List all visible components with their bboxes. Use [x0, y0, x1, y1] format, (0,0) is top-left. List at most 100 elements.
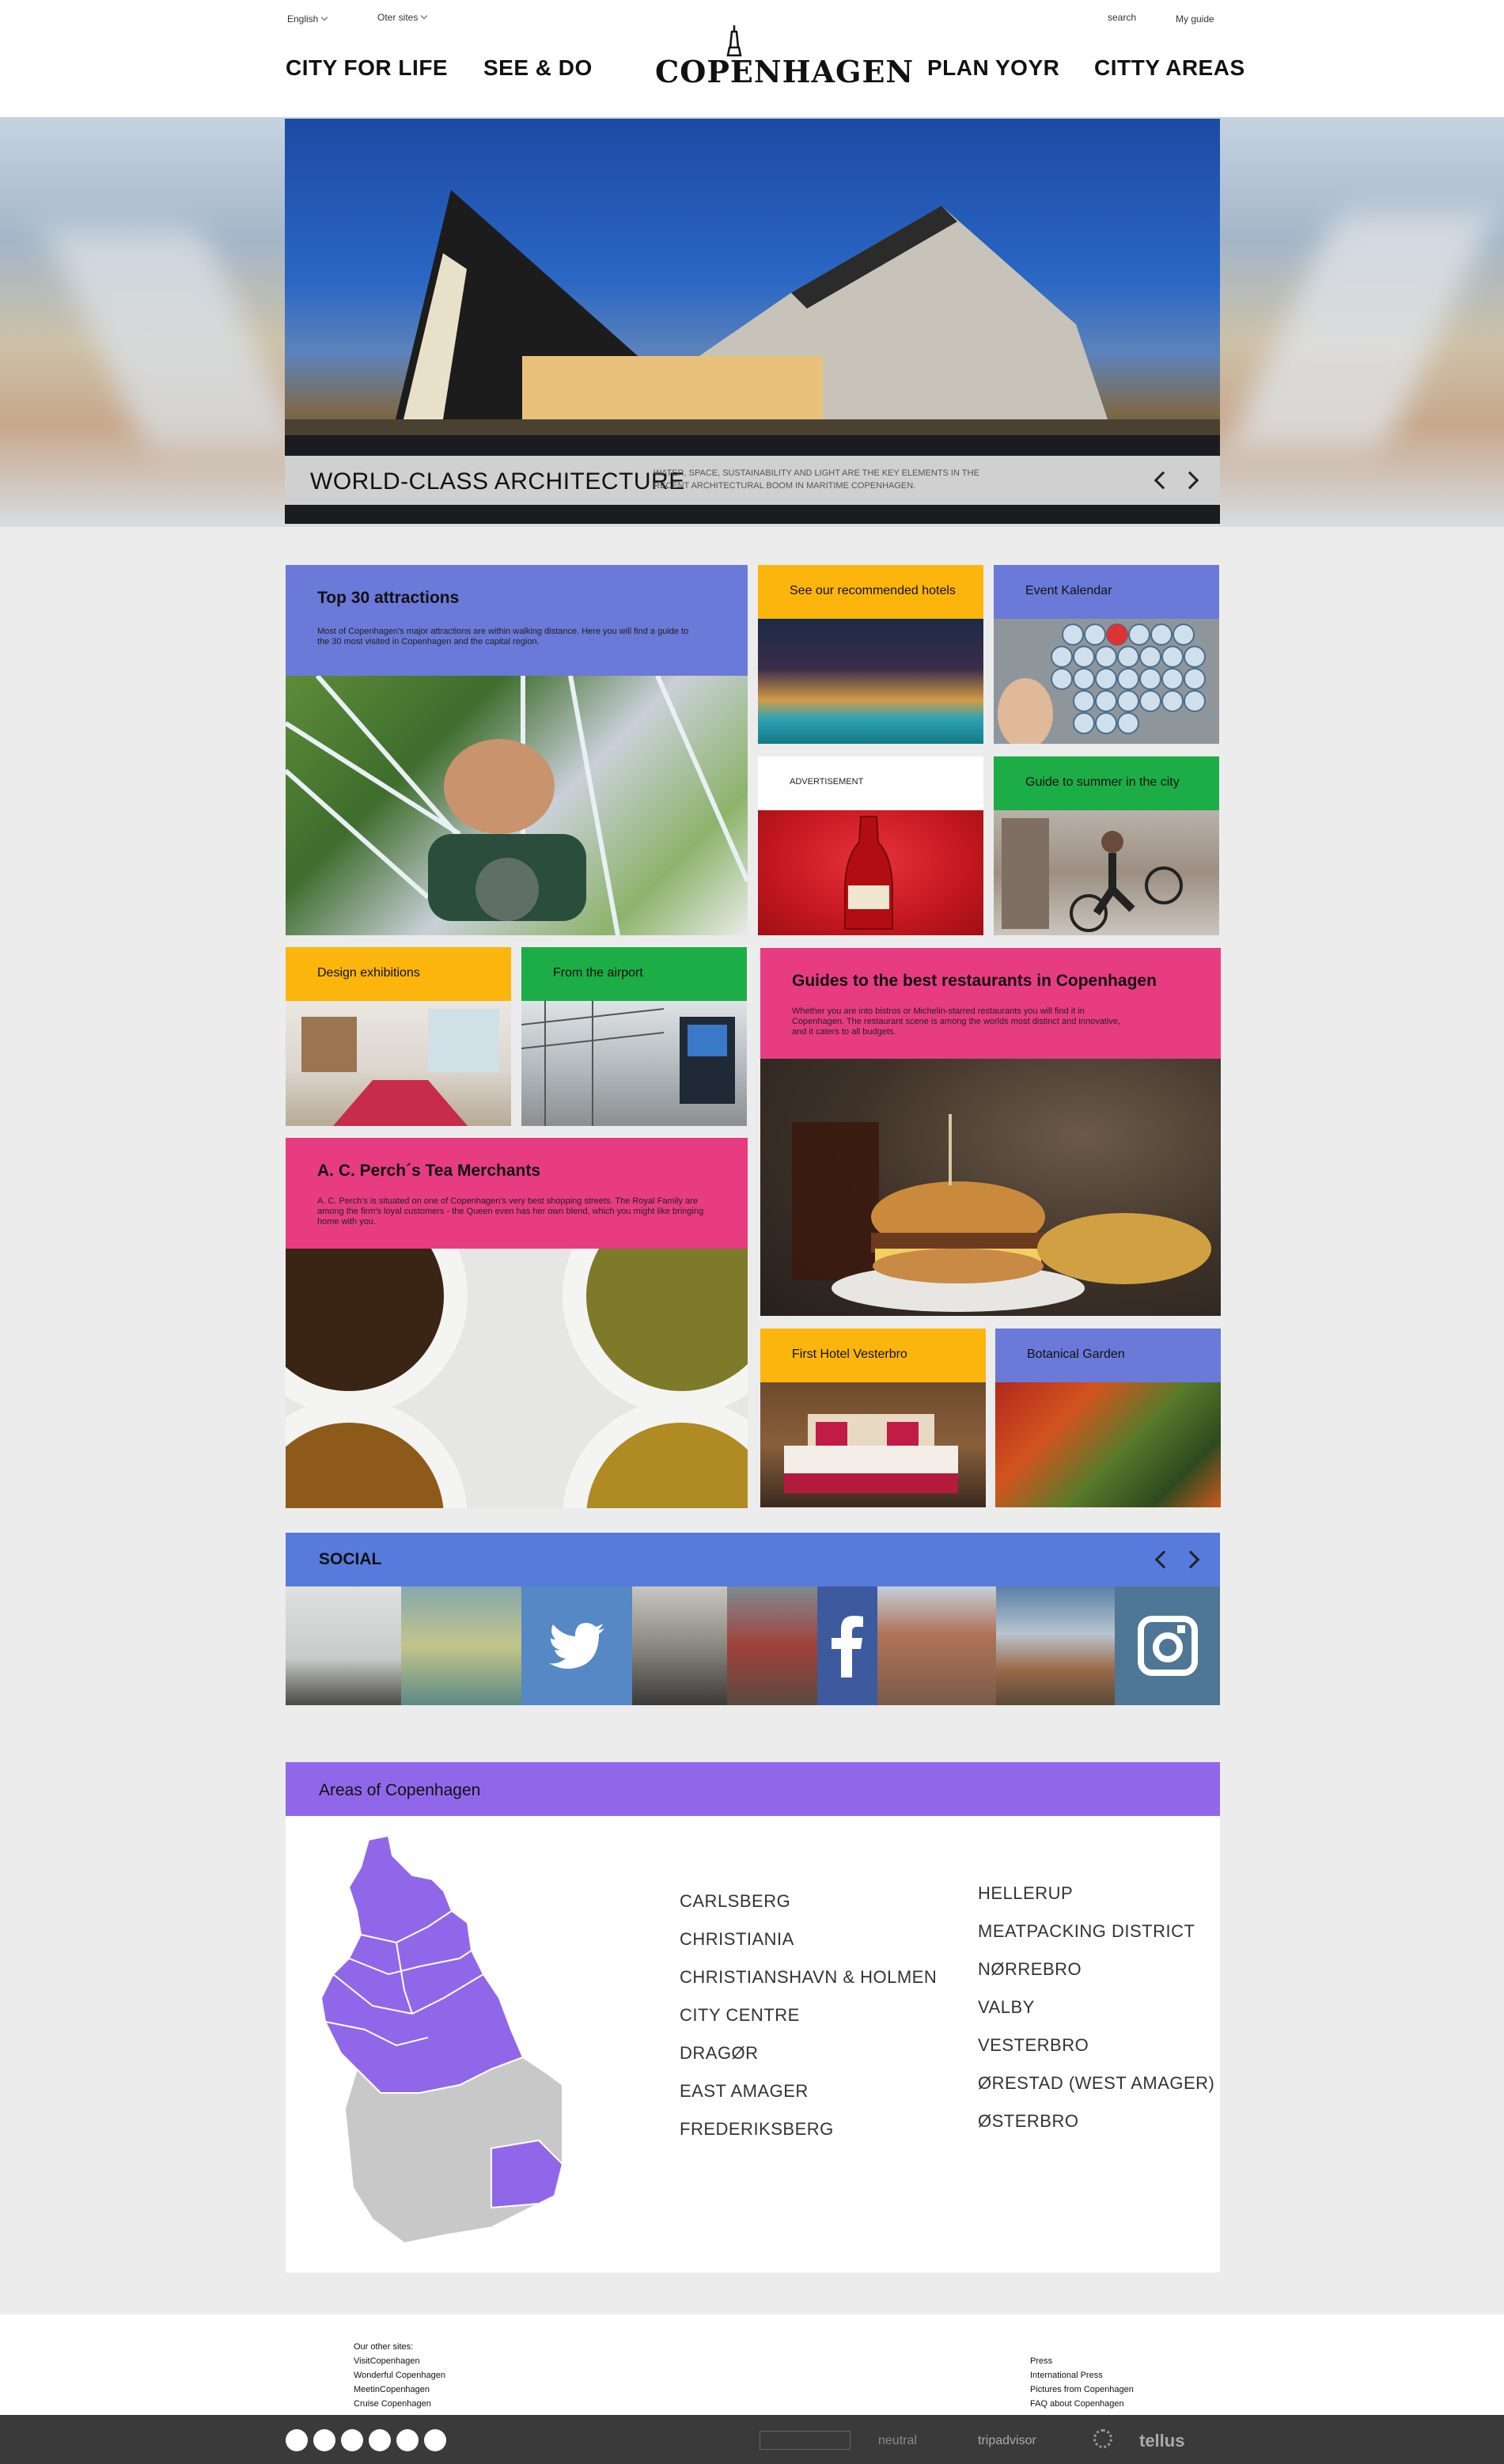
other-sites-select[interactable]: Oter sites [377, 12, 428, 23]
areas-header: Areas of Copenhagen [286, 1762, 1220, 1816]
area-link-meatpacking-district[interactable]: MEATPACKING DISTRICT [978, 1921, 1195, 1942]
search-link[interactable]: search [1108, 12, 1136, 23]
roller-coaster-photo [286, 676, 748, 935]
tripadvisor-logo: tripadvisor [978, 2434, 1036, 2447]
social-strip [286, 1586, 1220, 1705]
hotel-room-photo [760, 1382, 986, 1507]
hero-caption: WORLD-CLASS ARCHITECTURE WATER, SPACE, S… [285, 456, 1220, 505]
facebook-tile[interactable] [817, 1586, 877, 1705]
areas-title: Areas of Copenhagen [319, 1781, 481, 1799]
footer-link[interactable]: FAQ about Copenhagen [1030, 2397, 1124, 2411]
chevron-left-icon[interactable] [1154, 1550, 1173, 1569]
tile-best-restaurants[interactable]: Guides to the best restaurants in Copenh… [760, 948, 1221, 1316]
area-link-carlsberg[interactable]: CARLSBERG [680, 1891, 790, 1912]
nav-city-areas[interactable]: CITTY AREAS [1094, 55, 1245, 81]
tile-title: Guide to summer in the city [1025, 775, 1180, 789]
tile-guide-to-summer[interactable]: Guide to summer in the city [994, 756, 1219, 935]
area-link-vesterbro[interactable]: VESTERBRO [978, 2035, 1089, 2056]
area-link-christianshavn-holmen[interactable]: CHRISTIANSHAVN & HOLMEN [680, 1967, 937, 1988]
tile-advertisement[interactable]: ADVERTISEMENT [758, 756, 983, 935]
area-link-oesterbro[interactable]: ØSTERBRO [978, 2111, 1078, 2132]
chevron-down-icon [421, 12, 428, 20]
social-photo[interactable] [996, 1586, 1115, 1705]
area-link-christiania[interactable]: CHRISTIANIA [680, 1929, 794, 1950]
tile-text: A. C. Perch's is situated on one of Cope… [317, 1196, 704, 1226]
tile-title: Botanical Garden [1027, 1348, 1125, 1361]
eu-logo [760, 2431, 850, 2450]
logo-wordmark: COPENHAGEN [655, 54, 915, 89]
tile-title: First Hotel Vesterbro [792, 1348, 907, 1361]
area-link-city-centre[interactable]: CITY CENTRE [680, 2005, 800, 2026]
nav-city-for-life[interactable]: CITY FOR LIFE [286, 55, 448, 81]
area-link-dragoer[interactable]: DRAGØR [680, 2043, 759, 2064]
social-header: SOCIAL [286, 1533, 1220, 1586]
footer-link[interactable]: VisitCopenhagen [354, 2354, 420, 2368]
area-link-frederiksberg[interactable]: FREDERIKSBERG [680, 2119, 834, 2140]
design-interior-photo [286, 1001, 511, 1126]
hero-title: WORLD-CLASS ARCHITECTURE [310, 468, 685, 495]
area-link-noerrebro[interactable]: NØRREBRO [978, 1959, 1082, 1980]
social-photo[interactable] [727, 1586, 817, 1705]
tea-cups-photo [286, 1249, 748, 1508]
social-photo[interactable] [401, 1586, 521, 1705]
instagram-tile[interactable] [1115, 1586, 1220, 1705]
social-photo[interactable] [286, 1586, 401, 1705]
tile-first-hotel-vesterbro[interactable]: First Hotel Vesterbro [760, 1329, 986, 1507]
tile-title: Design exhibitions [317, 966, 420, 980]
tile-from-the-airport[interactable]: From the airport [521, 947, 747, 1126]
copenhagen-map[interactable] [301, 1832, 570, 2259]
footer: Our other sites: VisitCopenhagen Wonderf… [0, 2314, 1504, 2415]
tile-top-30-attractions[interactable]: Top 30 attractions Most of Copenhagen's … [286, 565, 748, 935]
footer-link[interactable]: Pictures from Copenhagen [1030, 2382, 1134, 2397]
social-dot-icon[interactable] [396, 2429, 419, 2451]
tile-title: From the airport [553, 966, 643, 980]
social-dot-icon[interactable] [286, 2429, 308, 2451]
social-dot-icon[interactable] [369, 2429, 391, 2451]
social-photo[interactable] [632, 1586, 727, 1705]
nav-see-and-do[interactable]: SEE & DO [483, 55, 593, 81]
tile-title: Top 30 attractions [317, 589, 460, 607]
footer-link[interactable]: Wonderful Copenhagen [354, 2368, 445, 2382]
hero-carousel[interactable]: WORLD-CLASS ARCHITECTURE WATER, SPACE, S… [285, 119, 1220, 524]
social-title: SOCIAL [319, 1550, 382, 1568]
tellus-logo: tellus [1139, 2431, 1185, 2451]
hero-description: WATER, SPACE, SUSTAINABILITY AND LIGHT A… [654, 468, 979, 491]
tile-design-exhibitions[interactable]: Design exhibitions [286, 947, 511, 1126]
tile-event-kalendar[interactable]: Event Kalendar [994, 565, 1219, 744]
footer-other-sites-label: Our other sites: [354, 2342, 414, 2352]
chevron-down-icon [321, 13, 328, 21]
twitter-icon [549, 1623, 604, 1669]
my-guide-link[interactable]: My guide [1176, 13, 1214, 25]
instagram-icon [1137, 1616, 1198, 1676]
footer-link[interactable]: International Press [1030, 2368, 1103, 2382]
footer-link[interactable]: Press [1030, 2354, 1052, 2368]
social-dot-icon[interactable] [424, 2429, 446, 2451]
tile-title: See our recommended hotels [790, 584, 956, 597]
social-dot-icon[interactable] [313, 2429, 335, 2451]
tile-recommended-hotels[interactable]: See our recommended hotels [758, 565, 983, 744]
social-dot-icon[interactable] [341, 2429, 363, 2451]
chevron-left-icon[interactable] [1154, 471, 1173, 490]
logo[interactable]: COPENHAGEN [655, 24, 915, 90]
area-link-oerestad[interactable]: ØRESTAD (WEST AMAGER) [978, 2073, 1214, 2094]
tile-botanical-garden[interactable]: Botanical Garden [995, 1329, 1221, 1507]
footer-link[interactable]: MeetinCopenhagen [354, 2382, 430, 2397]
footer-link[interactable]: Cruise Copenhagen [354, 2397, 431, 2411]
ketchup-ad-photo [758, 810, 983, 935]
chevron-right-icon[interactable] [1180, 471, 1199, 490]
nav-plan-your[interactable]: PLAN YOYR [927, 55, 1059, 81]
twitter-tile[interactable] [521, 1586, 632, 1705]
social-photo[interactable] [877, 1586, 996, 1705]
bmx-rider-photo [994, 810, 1219, 935]
area-link-east-amager[interactable]: EAST AMAGER [680, 2081, 809, 2102]
neutral-logo: neutral [878, 2434, 917, 2447]
calendar-buttons-photo [994, 619, 1219, 744]
partner-emblem-icon [1093, 2429, 1112, 2448]
tile-perchs-tea-merchants[interactable]: A. C. Perch´s Tea Merchants A. C. Perch'… [286, 1138, 748, 1508]
language-select[interactable]: English [287, 13, 328, 25]
hotel-pool-photo [758, 619, 983, 744]
area-link-valby[interactable]: VALBY [978, 1997, 1035, 2018]
chevron-right-icon[interactable] [1181, 1550, 1200, 1569]
tile-title: Event Kalendar [1025, 584, 1112, 597]
area-link-hellerup[interactable]: HELLERUP [978, 1883, 1073, 1904]
